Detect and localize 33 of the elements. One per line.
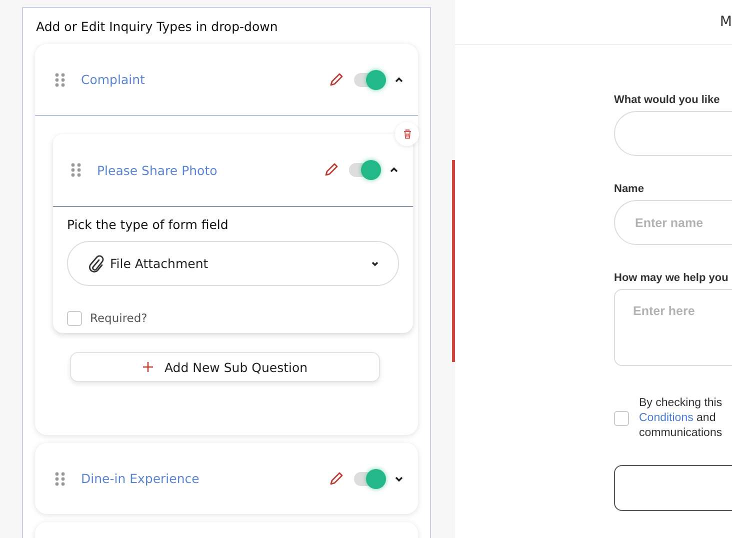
- paperclip-icon: [88, 254, 104, 272]
- inquiry-type-label[interactable]: Please Share Photo: [97, 162, 323, 178]
- consent-checkbox[interactable]: [614, 411, 629, 426]
- message-input[interactable]: Enter here: [614, 289, 732, 366]
- pencil-icon: [328, 470, 344, 486]
- required-checkbox[interactable]: [67, 310, 82, 326]
- delete-button[interactable]: [395, 122, 419, 146]
- name-input[interactable]: Enter name: [614, 200, 732, 245]
- field-type-dropdown[interactable]: File Attachment: [67, 241, 399, 286]
- pencil-icon: [328, 72, 344, 88]
- add-sub-question-button[interactable]: Add New Sub Question: [70, 352, 380, 382]
- drag-handle-icon: [55, 72, 65, 86]
- field-label: What would you like: [614, 94, 721, 106]
- caret-down-icon[interactable]: [394, 474, 404, 482]
- plus-icon: [142, 361, 154, 373]
- field-label: Pick the type of form field: [67, 217, 230, 232]
- drag-handle-icon: [55, 472, 65, 486]
- inquiry-type-label[interactable]: Complaint: [81, 72, 328, 87]
- section-heading: Add or Edit Inquiry Types in drop-down: [35, 18, 279, 36]
- scrollbar-thumb[interactable]: [452, 160, 455, 362]
- trash-icon: [402, 129, 412, 139]
- consent-text: By checking this Conditions and communications: [639, 396, 722, 441]
- inquiry-type-label[interactable]: Dine-in Experience: [81, 471, 328, 486]
- caret-up-icon[interactable]: [389, 166, 399, 174]
- drag-handle-icon: [71, 163, 81, 177]
- conditions-link[interactable]: Conditions: [639, 412, 694, 424]
- field-label: How may we help you: [614, 272, 730, 284]
- required-label: Required?: [90, 311, 148, 325]
- caret-down-icon: [370, 260, 380, 268]
- caret-up-icon[interactable]: [394, 76, 404, 84]
- field-label: Name: [614, 183, 645, 195]
- pencil-icon: [323, 162, 339, 178]
- page-title: M: [720, 14, 732, 30]
